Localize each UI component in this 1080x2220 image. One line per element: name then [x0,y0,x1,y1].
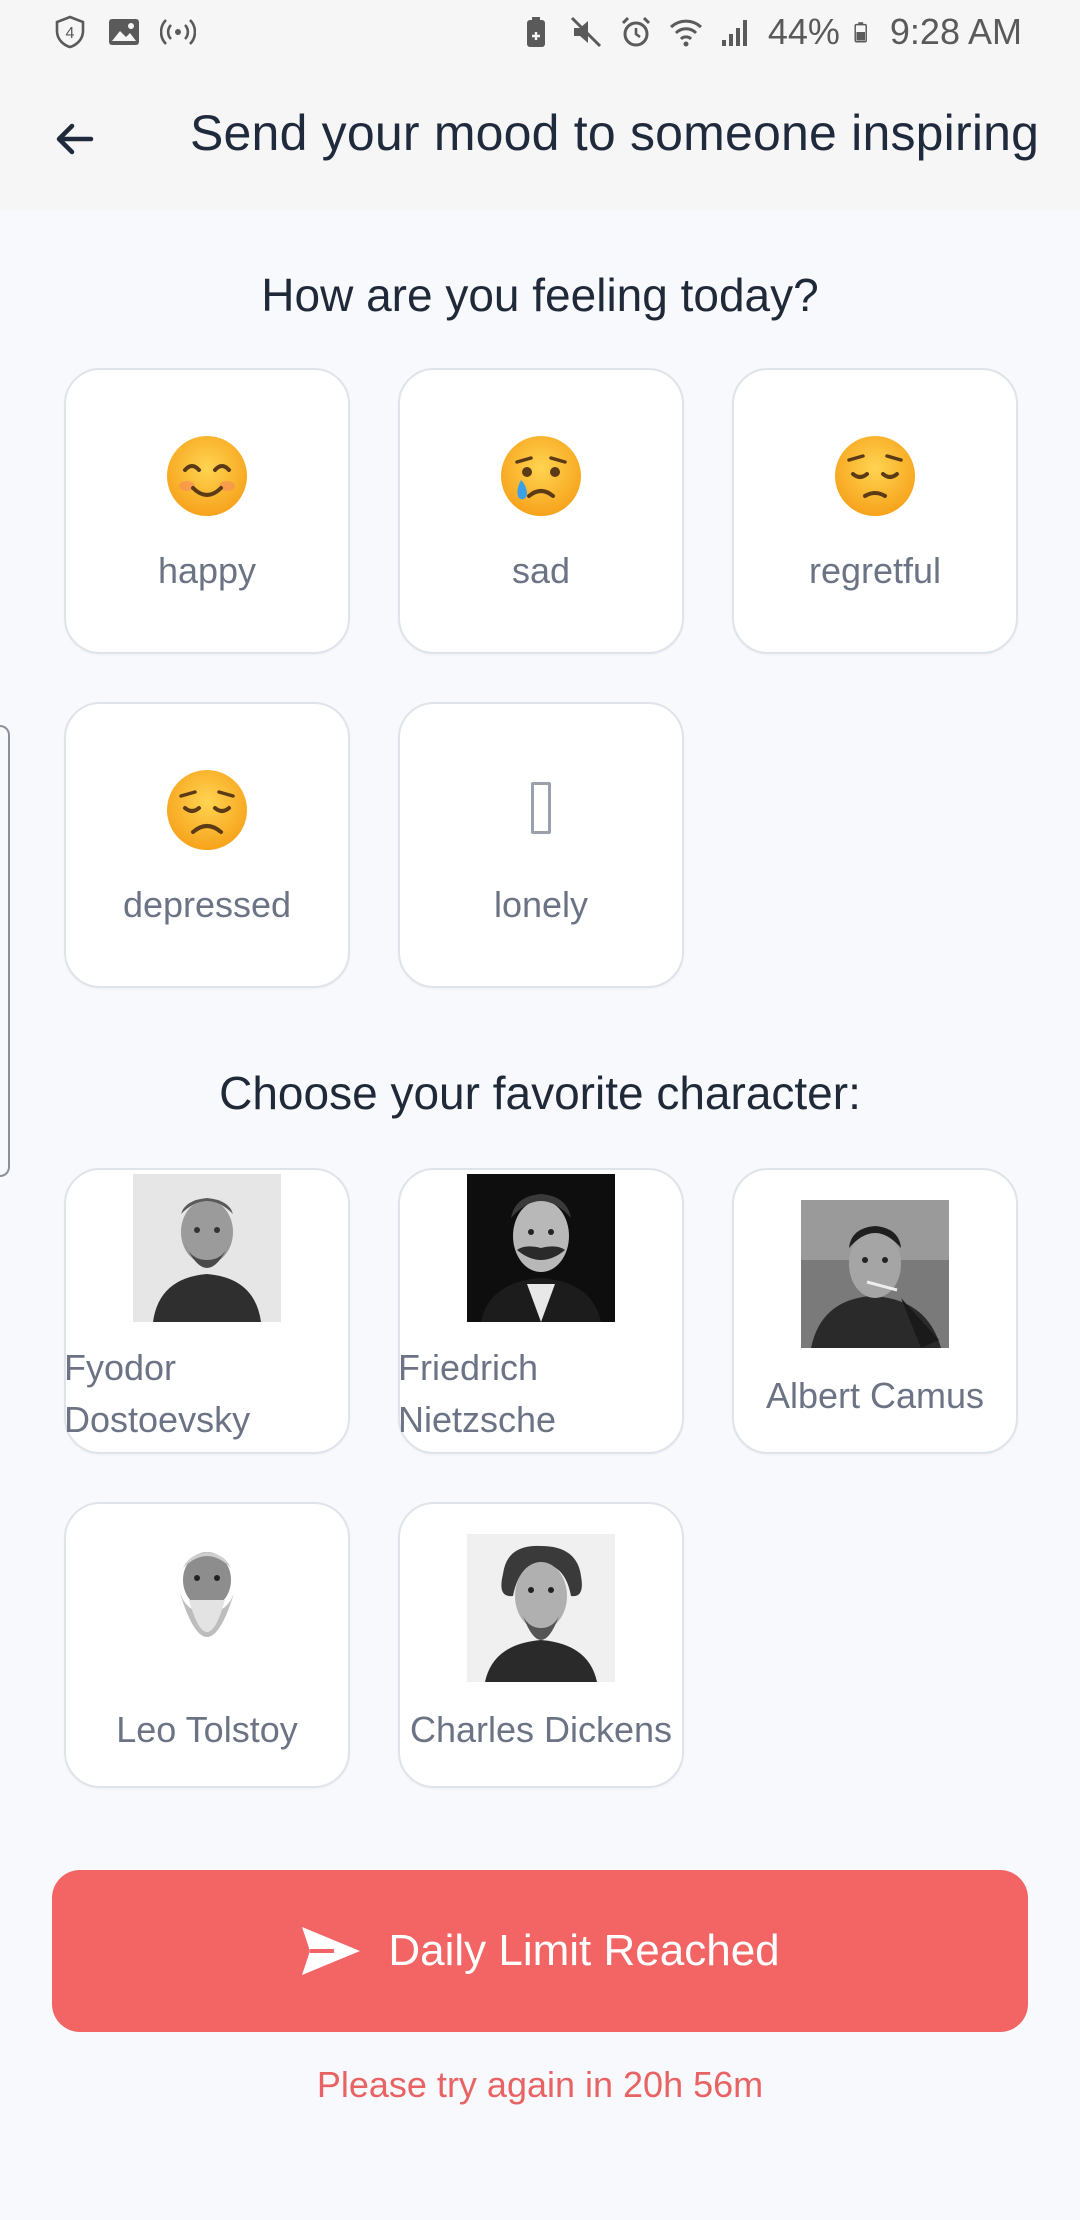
character-card-nietzsche[interactable]: Friedrich Nietzsche [398,1168,684,1454]
portrait-image [801,1200,949,1348]
smiling-face-icon [167,436,247,516]
character-name: Fyodor Dostoevsky [64,1342,250,1446]
status-bar: 4 44% 9:28 AM [0,0,1080,64]
portrait-image [467,1534,615,1682]
character-name: Leo Tolstoy [116,1709,298,1750]
battery-percent: 44% [767,11,840,52]
character-section-title: Choose your favorite character: [219,1067,861,1119]
signal-icon [721,20,747,46]
mood-label: regretful [808,550,942,591]
character-name: Charles Dickens [409,1709,673,1750]
mood-label: depressed [122,884,292,925]
send-icon [302,1927,361,1975]
mood-card-depressed[interactable]: depressed [64,702,350,988]
battery-saver-icon [526,17,545,47]
mood-label: sad [511,550,571,591]
notification-count: 4 [66,25,75,42]
mood-card-lonely[interactable]: lonely [398,702,684,988]
mute-icon [570,16,601,48]
character-card-tolstoy[interactable]: Leo Tolstoy [64,1502,350,1788]
mood-card-regretful[interactable]: regretful [732,368,1018,654]
character-grid: Fyodor Dostoevsky Friedrich Nietzsche Al… [64,1168,1018,1788]
missing-glyph-icon [531,782,551,834]
pensive-face-icon [835,436,915,516]
clock: 9:28 AM [889,11,1022,52]
status-bar-left: 4 [52,14,196,50]
character-name-line: Dostoevsky [64,1399,251,1440]
page-title: Send your mood to someone inspiring [190,105,1040,161]
mood-card-sad[interactable]: sad [398,368,684,654]
battery-icon [854,22,867,43]
character-name-line: Friedrich [398,1347,539,1388]
portrait-image [467,1174,615,1322]
back-button[interactable] [40,104,110,174]
gallery-icon [109,19,139,45]
disappointed-face-icon [167,770,247,850]
character-name-line: Fyodor [64,1347,177,1388]
app-bar: Send your mood to someone inspiring [0,64,1080,210]
character-name-line: Nietzsche [398,1399,557,1440]
character-name: Friedrich Nietzsche [398,1342,556,1446]
alarm-icon [621,16,650,47]
retry-message: Please try again in 20h 56m [316,2064,764,2105]
mood-label: lonely [493,884,589,925]
wifi-icon [669,19,702,47]
shield-badge-icon: 4 [55,15,85,49]
portrait-image [133,1534,281,1682]
mood-grid: happy sad regretful depressed lonely [64,368,1018,988]
character-name: Albert Camus [765,1375,985,1416]
send-mood-button[interactable]: Daily Limit Reached [52,1870,1028,2032]
character-card-dostoevsky[interactable]: Fyodor Dostoevsky [64,1168,350,1454]
mood-section-title: How are you feeling today? [261,269,819,321]
mood-card-happy[interactable]: happy [64,368,350,654]
hotspot-icon [160,19,196,45]
character-card-dickens[interactable]: Charles Dickens [398,1502,684,1788]
character-card-camus[interactable]: Albert Camus [732,1168,1018,1454]
crying-face-icon [501,436,581,516]
arrow-left-icon [56,123,94,155]
mood-label: happy [157,550,257,591]
portrait-image [133,1174,281,1322]
status-bar-right: 44% 9:28 AM [518,11,1022,53]
send-button-label: Daily Limit Reached [388,1926,780,1975]
